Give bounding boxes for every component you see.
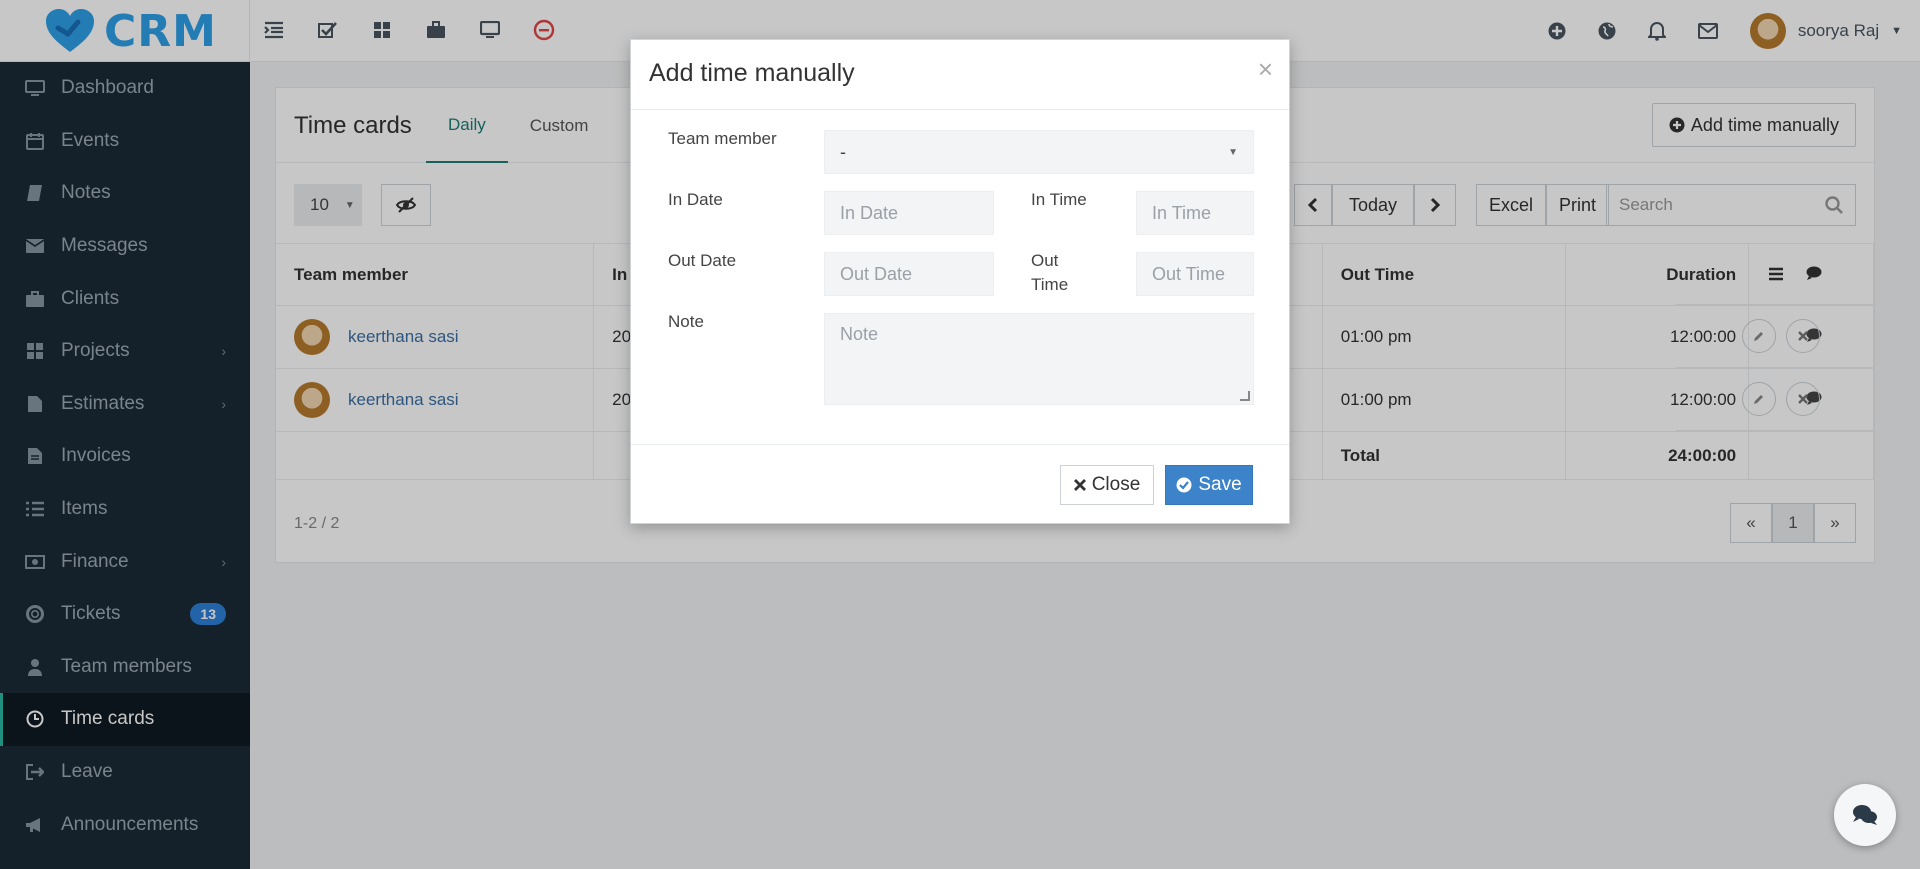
out-date-label: Out Date xyxy=(668,251,737,270)
modal-footer: Close Save xyxy=(631,445,1289,525)
out-time-label-line2: Time xyxy=(1031,275,1069,294)
save-button-label: Save xyxy=(1198,474,1242,495)
out-time-field[interactable]: Out Time xyxy=(1136,252,1254,296)
out-time-label: Out Time xyxy=(1031,249,1068,297)
modal-close-x-button[interactable]: × xyxy=(1258,56,1273,82)
in-time-field[interactable]: In Time xyxy=(1136,191,1254,235)
note-placeholder: Note xyxy=(840,324,879,344)
chat-button[interactable] xyxy=(1834,784,1896,846)
close-button[interactable]: Close xyxy=(1060,465,1154,505)
in-date-field[interactable]: In Date xyxy=(824,191,994,235)
check-circle-icon xyxy=(1176,477,1192,493)
note-textarea[interactable]: Note xyxy=(824,313,1254,405)
save-button[interactable]: Save xyxy=(1165,465,1253,505)
modal-header: Add time manually × xyxy=(631,40,1289,110)
team-member-label: Team member xyxy=(668,129,777,148)
add-time-modal: Add time manually × Team member - ▼ In D… xyxy=(630,39,1290,524)
comments-icon xyxy=(1853,805,1877,825)
out-time-label-line1: Out xyxy=(1031,251,1059,270)
team-member-select[interactable]: - ▼ xyxy=(824,130,1254,174)
in-time-label: In Time xyxy=(1031,190,1087,209)
modal-title: Add time manually xyxy=(649,59,855,87)
out-date-field[interactable]: Out Date xyxy=(824,252,994,296)
close-icon xyxy=(1073,479,1086,491)
resize-handle-icon[interactable] xyxy=(1240,391,1250,401)
caret-down-icon: ▼ xyxy=(1228,146,1238,158)
modal-body: Team member - ▼ In Date In Date In Time … xyxy=(631,110,1289,445)
close-button-label: Close xyxy=(1091,474,1141,495)
in-date-label: In Date xyxy=(668,190,723,209)
note-label: Note xyxy=(668,312,704,331)
team-member-value: - xyxy=(840,141,846,162)
